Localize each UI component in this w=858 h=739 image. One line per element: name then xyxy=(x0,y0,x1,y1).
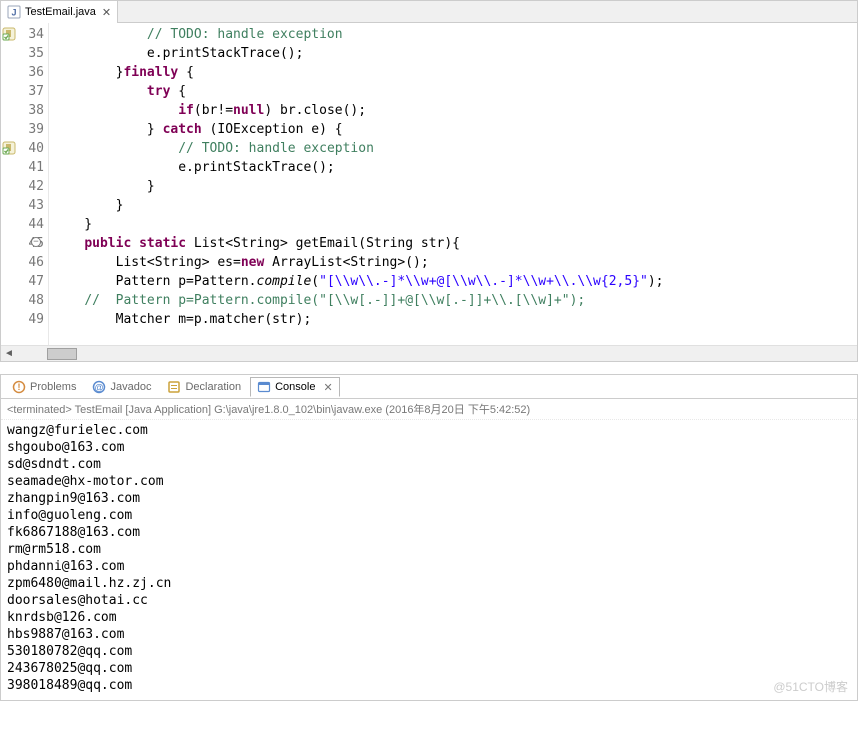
console-line: 243678025@qq.com xyxy=(7,660,851,677)
code-line[interactable]: } xyxy=(53,177,857,196)
console-line: doorsales@hotai.cc xyxy=(7,592,851,609)
code-line[interactable]: List<String> es=new ArrayList<String>(); xyxy=(53,253,857,272)
tab-javadoc[interactable]: @ Javadoc xyxy=(85,377,158,397)
console-line: 530180782@qq.com xyxy=(7,643,851,660)
console-line: rm@rm518.com xyxy=(7,541,851,558)
scroll-left-arrow-icon[interactable]: ◄ xyxy=(1,348,17,359)
views-pane: ! Problems @ Javadoc Declaration Console… xyxy=(0,374,858,701)
close-icon[interactable]: ✕ xyxy=(102,6,111,19)
tab-label: Declaration xyxy=(185,381,241,393)
problems-icon: ! xyxy=(12,380,26,394)
close-icon[interactable]: ✕ xyxy=(323,381,332,394)
console-line: zhangpin9@163.com xyxy=(7,490,851,507)
editor-tab-testemail[interactable]: J TestEmail.java ✕ xyxy=(1,1,118,23)
console-output[interactable]: wangz@furielec.comshgoubo@163.comsd@sdnd… xyxy=(1,420,857,700)
console-line: shgoubo@163.com xyxy=(7,439,851,456)
code-line[interactable]: Matcher m=p.matcher(str); xyxy=(53,310,857,329)
code-editor[interactable]: 343536373839404142434445−46474849 // TOD… xyxy=(1,23,857,345)
horizontal-scrollbar[interactable]: ◄ xyxy=(1,345,857,361)
java-file-icon: J xyxy=(7,5,21,19)
tab-console[interactable]: Console ✕ xyxy=(250,377,340,397)
console-line: sd@sdndt.com xyxy=(7,456,851,473)
console-icon xyxy=(257,380,271,394)
view-tab-bar: ! Problems @ Javadoc Declaration Console… xyxy=(1,375,857,399)
console-line: phdanni@163.com xyxy=(7,558,851,575)
fold-toggle-icon[interactable]: − xyxy=(31,237,41,247)
editor-tab-bar: J TestEmail.java ✕ xyxy=(1,1,857,23)
editor-pane: J TestEmail.java ✕ 343536373839404142434… xyxy=(0,0,858,362)
console-line: fk6867188@163.com xyxy=(7,524,851,541)
tab-problems[interactable]: ! Problems xyxy=(5,377,83,397)
code-line[interactable]: }finally { xyxy=(53,63,857,82)
console-status: <terminated> TestEmail [Java Application… xyxy=(1,399,857,420)
tab-label: Problems xyxy=(30,381,76,393)
code-line[interactable]: e.printStackTrace(); xyxy=(53,44,857,63)
console-line: zpm6480@mail.hz.zj.cn xyxy=(7,575,851,592)
code-line[interactable]: // TODO: handle exception xyxy=(53,25,857,44)
code-line[interactable]: // Pattern p=Pattern.compile("[\\w[.-]]+… xyxy=(53,291,857,310)
code-line[interactable]: } xyxy=(53,215,857,234)
code-content[interactable]: // TODO: handle exception e.printStackTr… xyxy=(49,23,857,345)
console-line: knrdsb@126.com xyxy=(7,609,851,626)
tab-declaration[interactable]: Declaration xyxy=(160,377,248,397)
code-line[interactable]: // TODO: handle exception xyxy=(53,139,857,158)
code-line[interactable]: } xyxy=(53,196,857,215)
console-line: wangz@furielec.com xyxy=(7,422,851,439)
code-line[interactable]: public static List<String> getEmail(Stri… xyxy=(53,234,857,253)
code-line[interactable]: Pattern p=Pattern.compile("[\\w\\.-]*\\w… xyxy=(53,272,857,291)
console-line: 398018489@qq.com xyxy=(7,677,851,694)
svg-text:J: J xyxy=(11,8,16,18)
console-line: info@guoleng.com xyxy=(7,507,851,524)
line-number-gutter: 343536373839404142434445−46474849 xyxy=(1,23,49,345)
console-line: seamade@hx-motor.com xyxy=(7,473,851,490)
javadoc-icon: @ xyxy=(92,380,106,394)
scrollbar-thumb[interactable] xyxy=(47,348,77,360)
watermark: @51CTO博客 xyxy=(773,678,848,695)
code-line[interactable]: e.printStackTrace(); xyxy=(53,158,857,177)
code-line[interactable]: if(br!=null) br.close(); xyxy=(53,101,857,120)
svg-text:@: @ xyxy=(95,382,104,392)
tab-label: Javadoc xyxy=(110,381,151,393)
code-line[interactable]: try { xyxy=(53,82,857,101)
console-line: hbs9887@163.com xyxy=(7,626,851,643)
declaration-icon xyxy=(167,380,181,394)
svg-text:!: ! xyxy=(18,382,21,392)
code-line[interactable]: } catch (IOException e) { xyxy=(53,120,857,139)
editor-tab-title: TestEmail.java xyxy=(25,6,96,18)
tab-label: Console xyxy=(275,381,315,393)
